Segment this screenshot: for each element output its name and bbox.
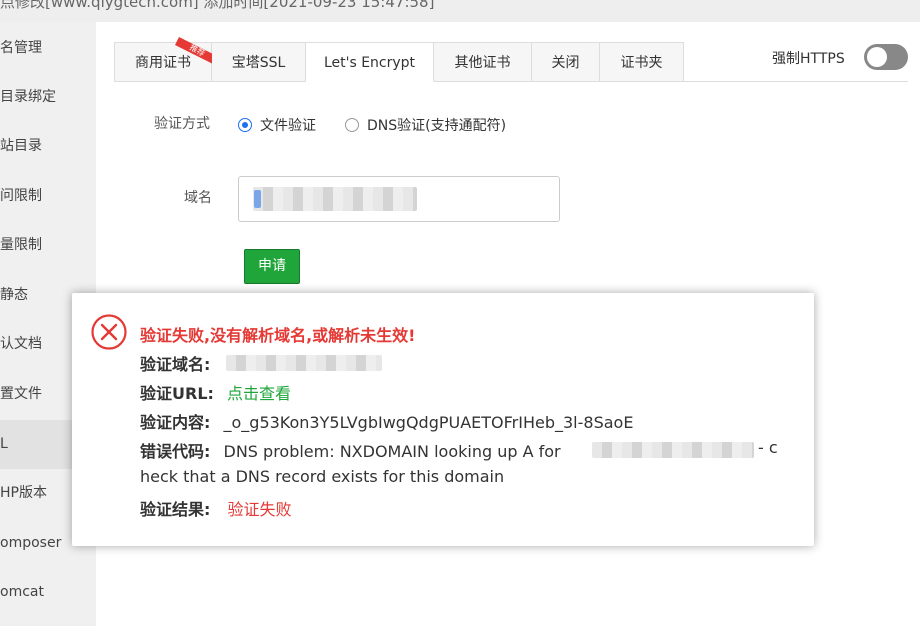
site-info-text: 点修改[www.qiygtech.com] 添加时间[2021-09-23 15…: [0, 0, 435, 11]
redacted-error-domain: [592, 442, 754, 458]
verify-method-label: 验证方式: [154, 116, 210, 132]
toggle-knob: [867, 47, 887, 67]
error-circle-icon: [91, 314, 127, 350]
sidebar-item-tomcat[interactable]: omcat: [0, 568, 96, 617]
apply-button[interactable]: 申请: [244, 249, 300, 284]
verify-result-value: 验证失败: [227, 500, 292, 519]
page-header-strip: 点修改[www.qiygtech.com] 添加时间[2021-09-23 15…: [0, 0, 920, 22]
radio-label: 文件验证: [260, 118, 316, 134]
view-url-link[interactable]: 点击查看: [227, 384, 291, 403]
domain-list[interactable]: [238, 176, 560, 222]
error-title: 验证失败,没有解析域名,或解析未生效!: [140, 326, 416, 345]
tab-label: 关闭: [551, 55, 580, 71]
verify-result-row: 验证结果: 验证失败: [140, 496, 292, 520]
tab-label: 宝塔SSL: [231, 55, 286, 71]
tab-cert-folder[interactable]: 证书夹: [600, 42, 684, 82]
verify-error-dialog: 验证失败,没有解析域名,或解析未生效! 验证域名: 验证URL: 点击查看 验证…: [72, 293, 814, 546]
sidebar-item-traffic-limit[interactable]: 量限制: [0, 221, 96, 270]
redacted-verify-domain: [226, 355, 382, 371]
error-code-value-cont: heck that a DNS record exists for this d…: [140, 467, 505, 486]
verify-url-label: 验证URL:: [140, 384, 214, 403]
sidebar-item-subdir-bind[interactable]: 目录绑定: [0, 73, 96, 122]
verify-content-label: 验证内容:: [140, 413, 211, 432]
sidebar-item-site-dir[interactable]: 站目录: [0, 122, 96, 171]
redacted-domain: [253, 187, 417, 211]
sidebar-item-access-limit[interactable]: 问限制: [0, 172, 96, 221]
ssl-tabs: 商用证书 推荐 宝塔SSL Let's Encrypt 其他证书 关闭 证书夹: [114, 37, 684, 82]
radio-button[interactable]: [345, 118, 359, 132]
verify-domain-label: 验证域名:: [140, 355, 211, 374]
verify-result-label: 验证结果:: [140, 500, 211, 519]
verify-domain-row: 验证域名:: [140, 351, 210, 375]
radio-dns-verify[interactable]: DNS验证(支持通配符): [345, 115, 506, 135]
force-https-toggle[interactable]: [864, 44, 908, 70]
tab-baota-ssl[interactable]: 宝塔SSL: [212, 42, 306, 82]
tab-lets-encrypt[interactable]: Let's Encrypt: [306, 42, 434, 82]
radio-label: DNS验证(支持通配符): [367, 118, 507, 134]
error-code-value: DNS problem: NXDOMAIN looking up A for: [223, 442, 561, 461]
sidebar-item-domain-manage[interactable]: 名管理: [0, 24, 96, 73]
tab-label: Let's Encrypt: [323, 55, 416, 71]
error-code-value-tail: - c: [758, 438, 778, 457]
radio-button[interactable]: [238, 118, 252, 132]
error-code-row: 错误代码: DNS problem: NXDOMAIN looking up A…: [140, 438, 561, 462]
tab-label: 其他证书: [454, 55, 511, 71]
force-https-label: 强制HTTPS: [772, 51, 845, 67]
verify-content-row: 验证内容: _o_g53Kon3Y5LVgbIwgQdgPUAETOFrIHeb…: [140, 409, 633, 433]
domain-label: 域名: [184, 190, 212, 206]
recommend-ribbon-icon: 推荐: [175, 37, 215, 65]
radio-file-verify[interactable]: 文件验证: [238, 115, 316, 135]
tab-other-cert[interactable]: 其他证书: [434, 42, 532, 82]
error-code-label: 错误代码:: [140, 442, 211, 461]
verify-url-row: 验证URL: 点击查看: [140, 380, 291, 404]
tab-divider: [684, 81, 908, 82]
tab-close[interactable]: 关闭: [532, 42, 600, 82]
verify-content-value: _o_g53Kon3Y5LVgbIwgQdgPUAETOFrIHeb_3l-8S…: [223, 413, 634, 432]
checkbox-icon: [254, 190, 261, 208]
tab-commercial-cert[interactable]: 商用证书 推荐: [114, 37, 215, 82]
tab-label: 证书夹: [620, 55, 663, 71]
